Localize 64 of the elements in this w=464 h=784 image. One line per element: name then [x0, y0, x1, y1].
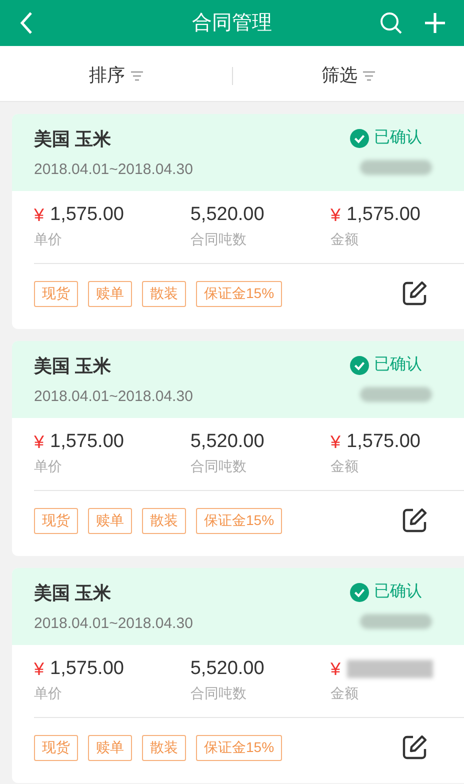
contract-card[interactable]: 美国 玉米 2018.04.01~2018.04.30 已确认 ¥ 1,575.00 单价 5,520.00 合同吨数 ¥ 1,575.00 金额 现货 赎单 散装 保证金15%: [12, 114, 464, 329]
back-icon[interactable]: [19, 11, 33, 35]
metric-label: 合同吨数: [190, 230, 248, 249]
check-circle-icon: [350, 356, 369, 374]
tag: 现货: [34, 734, 78, 760]
metric-label: 金额: [330, 684, 360, 703]
metric-value: 5,520.00: [190, 202, 264, 227]
check-circle-icon: [350, 128, 369, 148]
tag: 散装: [142, 734, 186, 760]
tag: 散装: [142, 508, 186, 534]
tag: 散装: [142, 280, 186, 306]
page-title: 合同管理: [192, 11, 272, 36]
edit-icon[interactable]: [401, 507, 428, 534]
currency-sign: ¥: [34, 430, 44, 454]
currency-sign: ¥: [330, 430, 341, 454]
search-icon[interactable]: [380, 12, 402, 34]
tag: 现货: [34, 508, 78, 534]
metric-label: 单价: [34, 684, 63, 703]
currency-sign: ¥: [330, 658, 341, 680]
edit-icon[interactable]: [401, 734, 428, 761]
contract-card[interactable]: 美国 玉米 2018.04.01~2018.04.30 已确认 ¥ 1,575.00 单价 5,520.00 合同吨数 ¥ 1,575.00 金额 现货 赎单 散装 保证金15%: [12, 341, 464, 556]
date-range: 2018.04.01~2018.04.30: [34, 160, 193, 180]
edit-icon[interactable]: [401, 280, 428, 307]
metric-label: 单价: [34, 230, 63, 249]
date-range: 2018.04.01~2018.04.30: [34, 614, 193, 634]
check-circle-icon: [350, 582, 369, 602]
filter-button[interactable]: 排序: [88, 62, 143, 89]
filter-button[interactable]: 筛选: [321, 62, 376, 89]
tag: 保证金15%: [196, 280, 282, 306]
blurred-patch: [360, 614, 432, 629]
metric-value: 1,575.00: [50, 202, 124, 227]
date-range: 2018.04.01~2018.04.30: [34, 387, 193, 407]
status-text: 已确认: [374, 582, 422, 602]
tag: 赎单: [88, 508, 132, 534]
metric-label: 合同吨数: [190, 457, 248, 476]
tag: 赎单: [88, 280, 132, 306]
tag: 现货: [34, 280, 78, 306]
metric-label: 金额: [330, 230, 360, 249]
tag: 保证金15%: [196, 734, 282, 760]
metric-value: 5,520.00: [190, 430, 264, 454]
add-icon[interactable]: [424, 12, 446, 34]
currency-sign: ¥: [34, 204, 44, 226]
filter-lines-icon: [130, 70, 143, 80]
tag: 保证金15%: [196, 508, 282, 534]
metric-label: 单价: [34, 457, 63, 476]
tag: 赎单: [88, 734, 132, 760]
filter-lines-icon: [363, 70, 376, 80]
metric-value: 1,575.00: [346, 202, 420, 227]
contract-card[interactable]: 美国 玉米 2018.04.01~2018.04.30 已确认 ¥ 1,575.00 单价 5,520.00 合同吨数 ¥ 金额 现货 赎单 散装 保证金15%: [12, 568, 464, 783]
metric-label: 合同吨数: [190, 684, 248, 703]
metric-value: 1,575.00: [50, 656, 124, 681]
status-text: 已确认: [374, 355, 422, 375]
blurred-patch: [360, 160, 432, 175]
product-title: 美国 玉米: [34, 355, 112, 378]
metric-value: 5,520.00: [190, 656, 264, 681]
currency-sign: ¥: [34, 658, 44, 680]
status-text: 已确认: [374, 128, 422, 148]
metric-value: 1,575.00: [50, 430, 124, 454]
product-title: 美国 玉米: [34, 128, 112, 151]
currency-sign: ¥: [330, 204, 341, 226]
blurred-patch: [360, 387, 432, 402]
metric-label: 金额: [330, 457, 360, 476]
metric-value: 1,575.00: [346, 430, 420, 454]
product-title: 美国 玉米: [34, 582, 112, 605]
